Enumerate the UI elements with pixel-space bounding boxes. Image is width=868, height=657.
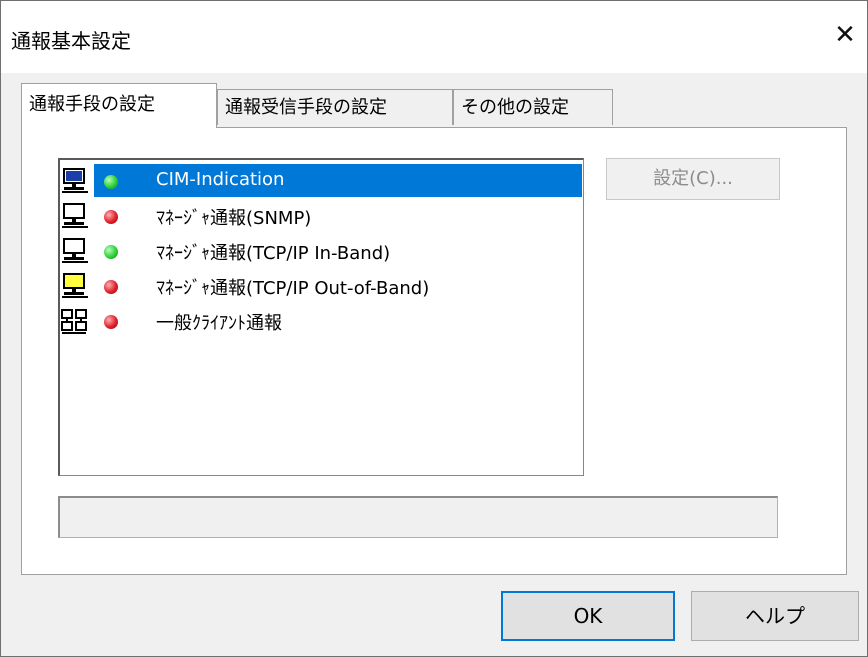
network-icon [61,309,87,334]
status-red-icon [104,210,118,224]
list-item[interactable]: ﾏﾈｰｼﾞｬ通報(TCP/IP Out-of-Band) [60,269,582,304]
list-item-label: ﾏﾈｰｼﾞｬ通報(TCP/IP In-Band) [156,243,391,264]
status-field [58,496,778,538]
list-item-label: ﾏﾈｰｼﾞｬ通報(SNMP) [156,208,312,229]
tab-receive-method[interactable]: 通報受信手段の設定 [217,89,453,125]
list-item-label: CIM-Indication [156,169,285,190]
list-item[interactable]: CIM-Indication [60,164,582,199]
list-item[interactable]: 一般ｸﾗｲｱﾝﾄ通報 [60,304,582,339]
ok-button[interactable]: OK [501,591,675,641]
status-red-icon [104,315,118,329]
tab-label: 通報受信手段の設定 [225,97,387,118]
dialog-window: 通報基本設定 ✕ 通報手段の設定 通報受信手段の設定 その他の設定 CIM-In… [0,0,868,657]
tab-label: その他の設定 [461,97,569,118]
list-item-label: ﾏﾈｰｼﾞｬ通報(TCP/IP Out-of-Band) [156,278,430,299]
tab-label: 通報手段の設定 [29,94,155,115]
monitor-icon [62,238,88,263]
title-bar: 通報基本設定 ✕ [1,1,867,73]
help-button[interactable]: ヘルプ [691,591,859,641]
tab-other-settings[interactable]: その他の設定 [453,89,613,125]
window-title: 通報基本設定 [11,29,131,53]
tab-panel: CIM-Indication ﾏﾈｰｼﾞｬ通報(SNMP) ﾏﾈｰｼﾞｬ通報(T… [21,127,847,575]
list-item-label: 一般ｸﾗｲｱﾝﾄ通報 [156,313,282,334]
settings-button[interactable]: 設定(C)... [606,158,780,200]
tab-notification-method[interactable]: 通報手段の設定 [21,83,217,128]
status-green-icon [104,245,118,259]
notification-method-list[interactable]: CIM-Indication ﾏﾈｰｼﾞｬ通報(SNMP) ﾏﾈｰｼﾞｬ通報(T… [58,158,584,476]
monitor-icon [62,203,88,228]
yellow-monitor-icon [62,273,88,298]
list-item[interactable]: ﾏﾈｰｼﾞｬ通報(SNMP) [60,199,582,234]
close-button[interactable]: ✕ [823,15,867,55]
status-green-icon [104,175,118,189]
monitor-icon [62,168,88,193]
status-red-icon [104,280,118,294]
list-item[interactable]: ﾏﾈｰｼﾞｬ通報(TCP/IP In-Band) [60,234,582,269]
